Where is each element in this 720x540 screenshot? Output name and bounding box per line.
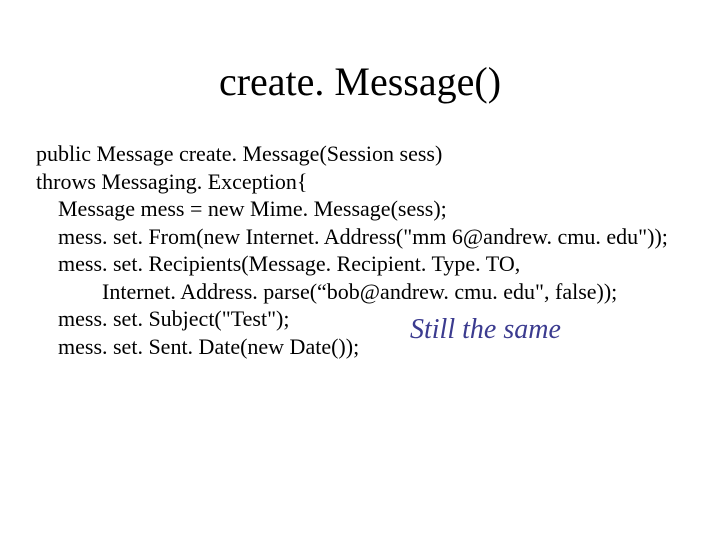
code-line: mess. set. From(new Internet. Address("m… xyxy=(36,224,668,249)
code-line: Internet. Address. parse(“bob@andrew. cm… xyxy=(36,279,617,304)
code-line: mess. set. Sent. Date(new Date()); xyxy=(36,334,359,359)
slide: create. Message() public Message create.… xyxy=(0,0,720,540)
code-line: public Message create. Message(Session s… xyxy=(36,141,442,166)
slide-title: create. Message() xyxy=(0,58,720,105)
code-line: mess. set. Recipients(Message. Recipient… xyxy=(36,251,520,276)
annotation-text: Still the same xyxy=(410,314,561,346)
code-line: throws Messaging. Exception{ xyxy=(36,169,307,194)
code-line: mess. set. Subject("Test"); xyxy=(36,306,290,331)
code-block: public Message create. Message(Session s… xyxy=(36,140,684,360)
code-line: Message mess = new Mime. Message(sess); xyxy=(36,196,447,221)
